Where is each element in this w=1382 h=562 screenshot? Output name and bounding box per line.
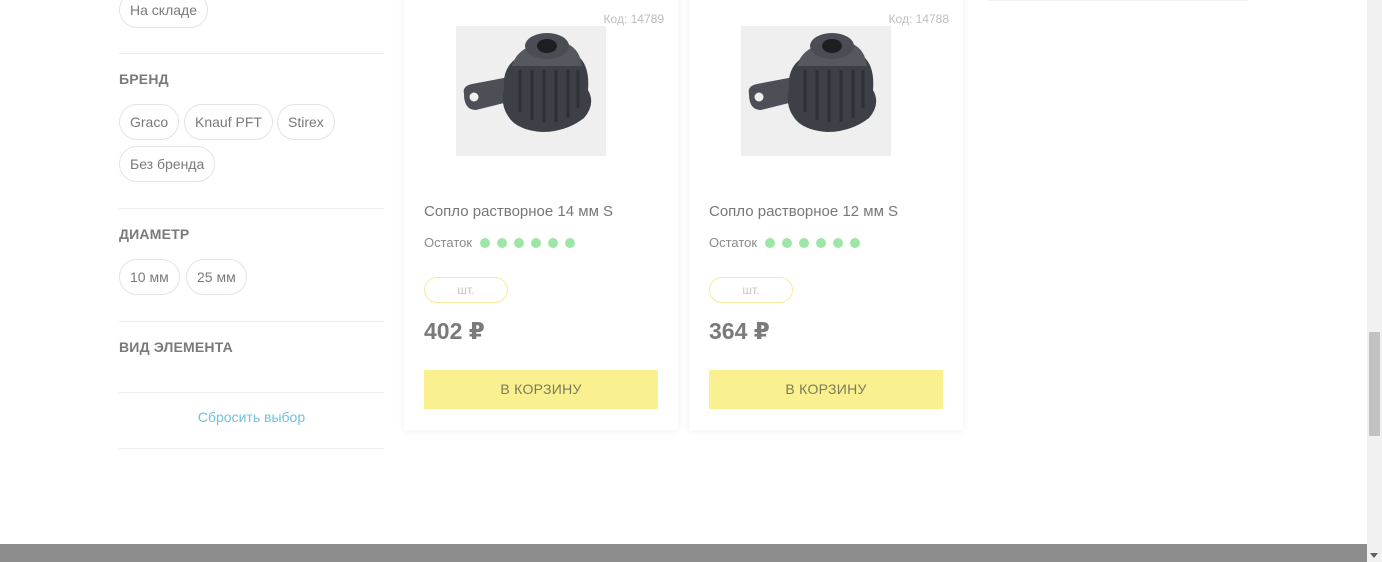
scroll-down-arrow-icon[interactable] [1370, 553, 1378, 558]
add-to-cart-button[interactable]: В КОРЗИНУ [424, 370, 658, 409]
reset-filters-link[interactable]: Сбросить выбор [119, 409, 384, 425]
product-card[interactable]: Код: 14788 Сопло растворное 12 мм S Оста… [689, 0, 963, 430]
scrollbar[interactable] [1367, 0, 1382, 562]
stock-dot [531, 237, 542, 248]
stock-indicator: Остаток [709, 235, 867, 250]
stock-dot [480, 237, 491, 248]
stock-label: Остаток [424, 235, 473, 250]
stock-label: Остаток [709, 235, 758, 250]
stock-dot [850, 237, 861, 248]
filter-chip-diameter-25[interactable]: 25 мм [186, 259, 247, 295]
filter-title-brand: БРЕНД [119, 71, 169, 87]
filter-chip-brand-knauf-pft[interactable]: Knauf PFT [184, 104, 273, 140]
stock-dot [799, 237, 810, 248]
divider [119, 392, 384, 393]
product-image[interactable] [456, 26, 606, 156]
stock-level-dots [480, 237, 582, 248]
product-code: Код: 14788 [888, 12, 949, 26]
divider [119, 53, 384, 54]
nozzle-image [741, 26, 891, 156]
stock-dot [765, 237, 776, 248]
divider [119, 321, 384, 322]
product-price: 402 ₽ [424, 318, 485, 344]
product-code: Код: 14789 [603, 12, 664, 26]
product-card[interactable]: Код: 14789 Сопло растворное 14 мм S Оста… [404, 0, 678, 430]
product-title[interactable]: Сопло растворное 12 мм S [709, 203, 898, 220]
filter-chip-diameter-10[interactable]: 10 мм [119, 259, 180, 295]
stock-level-dots [765, 237, 867, 248]
stock-dot [548, 237, 559, 248]
product-image[interactable] [741, 26, 891, 156]
filter-chip-brand-none[interactable]: Без бренда [119, 146, 216, 182]
stock-dot [565, 237, 576, 248]
page-footer [0, 544, 1367, 562]
divider [988, 0, 1248, 1]
stock-dot [497, 237, 508, 248]
filter-chip-in-stock[interactable]: На складе [119, 0, 208, 28]
quantity-input[interactable]: шт. [709, 277, 793, 303]
divider [119, 208, 384, 209]
filter-title-element-type[interactable]: ВИД ЭЛЕМЕНТА [119, 339, 233, 355]
add-to-cart-button[interactable]: В КОРЗИНУ [709, 370, 943, 409]
stock-dot [816, 237, 827, 248]
stock-dot [514, 237, 525, 248]
stock-dot [833, 237, 844, 248]
nozzle-image [456, 26, 606, 156]
stock-dot [782, 237, 793, 248]
filter-chip-brand-graco[interactable]: Graco [119, 104, 180, 140]
quantity-input[interactable]: шт. [424, 277, 508, 303]
filter-title-diameter: ДИАМЕТР [119, 226, 190, 242]
stock-indicator: Остаток [424, 235, 582, 250]
product-title[interactable]: Сопло растворное 14 мм S [424, 203, 613, 220]
scrollbar-thumb[interactable] [1369, 332, 1380, 436]
divider [119, 448, 384, 449]
product-price: 364 ₽ [709, 318, 770, 344]
filter-chip-brand-stirex[interactable]: Stirex [277, 104, 335, 140]
